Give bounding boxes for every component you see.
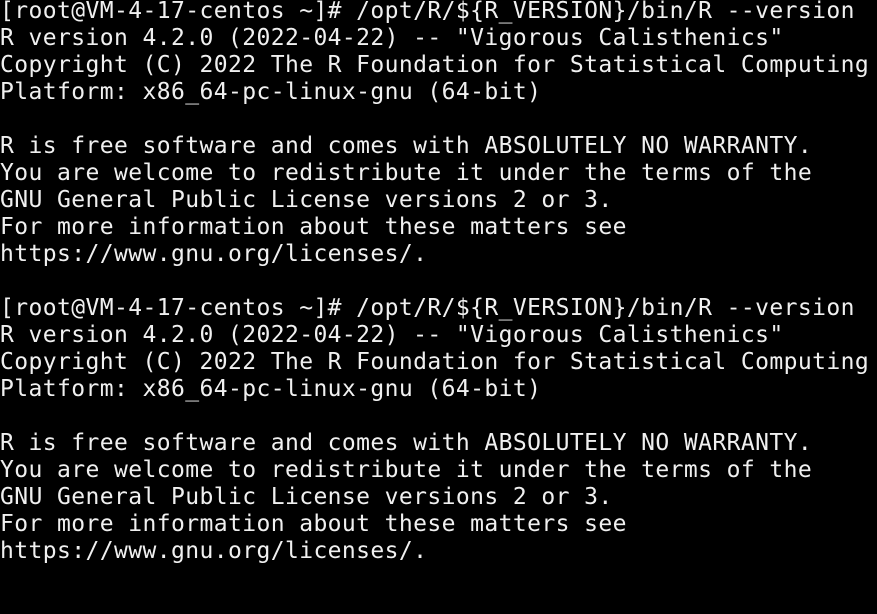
terminal-line: GNU General Public License versions 2 or… (0, 484, 613, 510)
terminal-line: R is free software and comes with ABSOLU… (0, 133, 813, 159)
terminal-line-prompt: [root@VM-4-17-centos ~]# /opt/R/${R_VERS… (0, 295, 855, 321)
terminal-line-prompt: [root@VM-4-17-centos ~]# /opt/R/${R_VERS… (0, 0, 855, 24)
terminal-line: For more information about these matters… (0, 511, 627, 537)
terminal-line: Copyright (C) 2022 The R Foundation for … (0, 52, 870, 78)
terminal-line: R version 4.2.0 (2022-04-22) -- "Vigorou… (0, 25, 784, 51)
terminal-line: R version 4.2.0 (2022-04-22) -- "Vigorou… (0, 322, 784, 348)
terminal-line: You are welcome to redistribute it under… (0, 160, 813, 186)
terminal-line: Platform: x86_64-pc-linux-gnu (64-bit) (0, 376, 542, 402)
terminal-line: R is free software and comes with ABSOLU… (0, 430, 813, 456)
terminal-line: GNU General Public License versions 2 or… (0, 187, 613, 213)
terminal-line: https://www.gnu.org/licenses/. (0, 538, 428, 564)
terminal-line: For more information about these matters… (0, 214, 627, 240)
terminal-line: https://www.gnu.org/licenses/. (0, 241, 428, 267)
terminal-output[interactable]: [root@VM-4-17-centos ~]# /opt/R/${R_VERS… (0, 0, 877, 614)
terminal-line: Copyright (C) 2022 The R Foundation for … (0, 349, 870, 375)
terminal-line: You are welcome to redistribute it under… (0, 457, 813, 483)
terminal-line: Platform: x86_64-pc-linux-gnu (64-bit) (0, 79, 542, 105)
